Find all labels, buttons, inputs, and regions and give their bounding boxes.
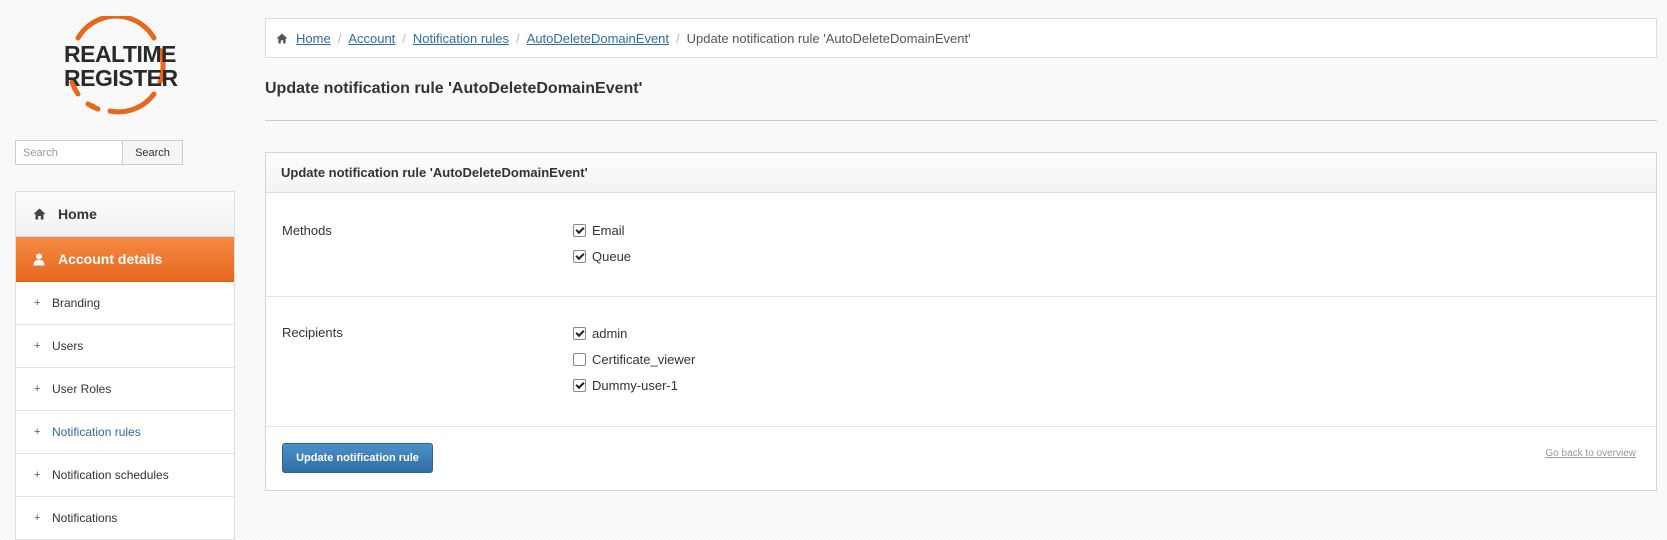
home-icon bbox=[276, 32, 288, 44]
method-queue-checkbox[interactable] bbox=[573, 249, 586, 263]
recipients-row: Recipients admin Certificate_viewer Dumm… bbox=[266, 297, 1656, 427]
methods-row: Methods Email Queue bbox=[266, 193, 1656, 297]
realtime-register-logo[interactable]: REALTIME REGISTER bbox=[60, 16, 178, 116]
method-email-option[interactable]: Email bbox=[573, 217, 631, 243]
breadcrumb-separator: / bbox=[402, 30, 406, 46]
back-to-overview-link[interactable]: Go back to overview bbox=[1545, 448, 1636, 459]
plus-icon: + bbox=[34, 426, 41, 438]
breadcrumb-link-home[interactable]: Home bbox=[296, 31, 331, 46]
breadcrumb-separator: / bbox=[676, 30, 680, 46]
plus-icon: + bbox=[34, 469, 41, 481]
panel-footer: Update notification rule Go back to over… bbox=[266, 427, 1656, 491]
divider bbox=[265, 120, 1657, 121]
method-queue-option[interactable]: Queue bbox=[573, 243, 631, 269]
search-form: Search bbox=[15, 140, 183, 165]
recipient-certificate-viewer-option[interactable]: Certificate_viewer bbox=[573, 346, 695, 372]
method-queue-label: Queue bbox=[592, 248, 632, 264]
logo-text: REALTIME REGISTER bbox=[64, 41, 178, 91]
sidebar-item-label: Notification schedules bbox=[52, 468, 169, 482]
recipient-certificate-viewer-label: Certificate_viewer bbox=[592, 351, 696, 367]
plus-icon: + bbox=[34, 383, 41, 395]
panel-title: Update notification rule 'AutoDeleteDoma… bbox=[266, 153, 1656, 193]
breadcrumb-link-notification-rules[interactable]: Notification rules bbox=[413, 31, 509, 46]
page-title: Update notification rule 'AutoDeleteDoma… bbox=[265, 80, 643, 97]
sidebar-item-label: Home bbox=[58, 206, 97, 222]
methods-options: Email Queue bbox=[573, 217, 631, 269]
sidebar-item-notification-schedules[interactable]: + Notification schedules bbox=[16, 454, 234, 497]
search-input[interactable] bbox=[15, 140, 122, 165]
sidebar-nav: Home Account details + Branding + Users … bbox=[15, 191, 235, 540]
recipient-admin-label: admin bbox=[592, 325, 628, 341]
sidebar: REALTIME REGISTER Search Home Account de… bbox=[0, 0, 235, 540]
plus-icon: + bbox=[34, 340, 41, 352]
breadcrumb-separator: / bbox=[516, 30, 520, 46]
recipient-dummy-user-checkbox[interactable] bbox=[573, 378, 586, 392]
search-button[interactable]: Search bbox=[122, 140, 183, 165]
recipient-admin-checkbox[interactable] bbox=[573, 326, 586, 340]
recipient-dummy-user-label: Dummy-user-1 bbox=[592, 377, 678, 393]
breadcrumb-link-account[interactable]: Account bbox=[348, 31, 395, 46]
method-email-checkbox[interactable] bbox=[573, 223, 586, 237]
breadcrumb-link-event[interactable]: AutoDeleteDomainEvent bbox=[527, 31, 669, 46]
plus-icon: + bbox=[34, 512, 41, 524]
sidebar-item-home[interactable]: Home bbox=[16, 192, 234, 237]
sidebar-item-users[interactable]: + Users bbox=[16, 325, 234, 368]
home-icon bbox=[28, 208, 50, 220]
sidebar-item-label: Notifications bbox=[52, 511, 118, 525]
plus-icon: + bbox=[34, 297, 41, 309]
sidebar-item-label: Account details bbox=[58, 251, 163, 267]
method-email-label: Email bbox=[592, 222, 625, 238]
sidebar-item-notifications[interactable]: + Notifications bbox=[16, 497, 234, 540]
sidebar-item-label: Branding bbox=[52, 296, 101, 310]
sidebar-item-notification-rules[interactable]: + Notification rules bbox=[16, 411, 234, 454]
sidebar-item-label: Users bbox=[52, 339, 84, 353]
recipient-dummy-user-option[interactable]: Dummy-user-1 bbox=[573, 372, 695, 398]
user-icon bbox=[28, 253, 50, 266]
sidebar-item-label: User Roles bbox=[52, 382, 112, 396]
update-notification-rule-button[interactable]: Update notification rule bbox=[282, 443, 433, 473]
breadcrumb: Home / Account / Notification rules / Au… bbox=[265, 18, 1657, 58]
recipient-admin-option[interactable]: admin bbox=[573, 320, 695, 346]
recipients-options: admin Certificate_viewer Dummy-user-1 bbox=[573, 320, 695, 398]
update-rule-panel: Update notification rule 'AutoDeleteDoma… bbox=[265, 152, 1657, 491]
sidebar-item-account-details[interactable]: Account details bbox=[16, 237, 234, 282]
methods-label: Methods bbox=[282, 223, 332, 238]
breadcrumb-current: Update notification rule 'AutoDeleteDoma… bbox=[686, 30, 971, 46]
recipient-certificate-viewer-checkbox[interactable] bbox=[573, 352, 586, 366]
sidebar-item-branding[interactable]: + Branding bbox=[16, 282, 234, 325]
sidebar-item-label: Notification rules bbox=[52, 425, 141, 439]
breadcrumb-separator: / bbox=[337, 30, 342, 46]
recipients-label: Recipients bbox=[282, 325, 343, 340]
sidebar-item-user-roles[interactable]: + User Roles bbox=[16, 368, 234, 411]
